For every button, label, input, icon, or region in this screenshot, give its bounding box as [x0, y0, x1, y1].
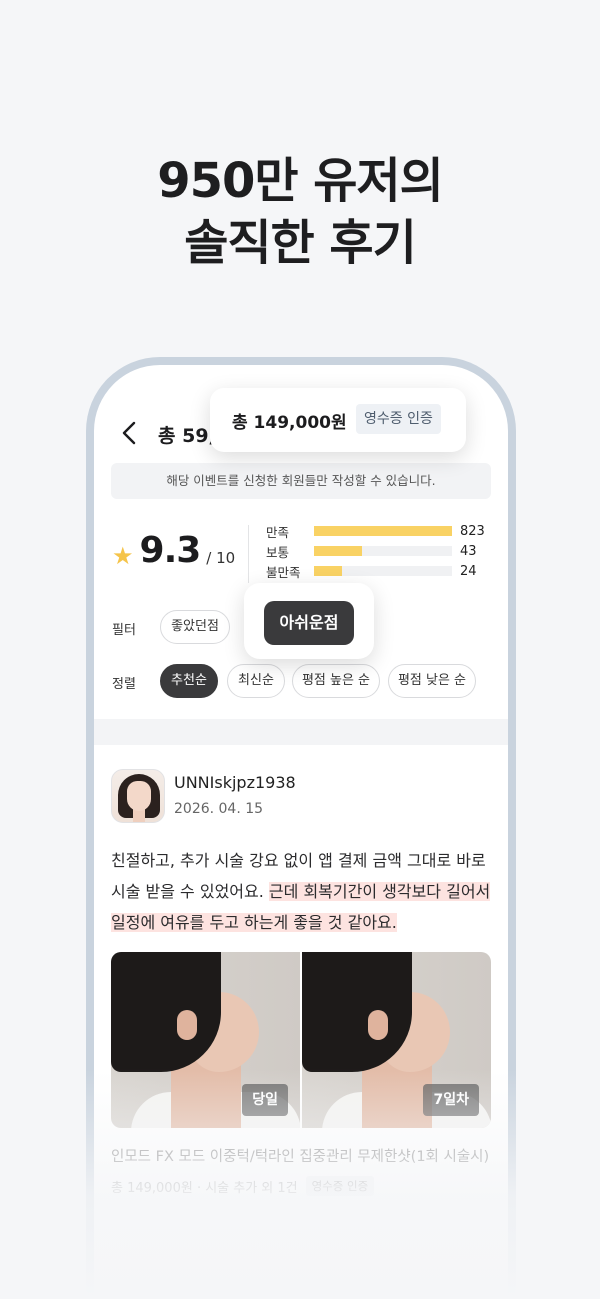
avatar-face [127, 781, 151, 811]
rating-row-neutral: 보통 43 [266, 541, 496, 561]
review-username[interactable]: UNNIskjpz1938 [174, 773, 296, 792]
rating-label: 만족 [266, 524, 290, 540]
sort-chip-latest[interactable]: 최신순 [227, 664, 285, 698]
treatment-price-meta: 총 149,000원 · 시술 추가 외 1건 [111, 1180, 298, 1196]
review-date: 2026. 04. 15 [174, 801, 264, 817]
rating-distribution: 만족 823 보통 43 불만족 24 [266, 521, 496, 581]
score-value: 9.3 [139, 530, 202, 571]
rating-bar-track [314, 546, 452, 556]
filter-chip-good[interactable]: 좋았던점 [160, 610, 230, 644]
receipt-badge: 영수증 인증 [356, 404, 441, 434]
star-icon: ★ [112, 542, 134, 570]
phone-screen: 총 59,821개의 후기 해당 이벤트를 신청한 회원들만 작성할 수 있습니… [94, 365, 508, 1299]
photo-ear [368, 1010, 388, 1040]
sort-chip-rating-low[interactable]: 평점 낮은 순 [388, 664, 476, 698]
photo-ear [177, 1010, 197, 1040]
score-divider [248, 525, 249, 583]
section-separator [94, 719, 508, 745]
average-score: ★ 9.3 / 10 [112, 531, 235, 571]
rating-bar-track [314, 526, 452, 536]
rating-bar-fill [314, 526, 452, 536]
rating-label: 불만족 [266, 564, 301, 580]
rating-label: 보통 [266, 544, 290, 560]
sort-chip-rating-high[interactable]: 평점 높은 순 [292, 664, 380, 698]
filter-popover: 아쉬운점 [244, 583, 374, 659]
avatar[interactable] [111, 769, 165, 823]
filter-label: 필터 [112, 623, 136, 638]
back-arrow-icon[interactable] [116, 419, 144, 447]
review-photo-before[interactable]: 당일 [111, 952, 300, 1128]
review-text: 친절하고, 추가 시술 강요 없이 앱 결제 금액 그대로 바로 시술 받을 수… [111, 845, 496, 938]
treatment-name[interactable]: 인모드 FX 모드 이중턱/턱라인 집중관리 무제한샷(1회 시술시) [111, 1145, 489, 1166]
headline-line-2: 솔직한 후기 [184, 215, 417, 271]
price-total: 총 149,000원 [232, 413, 347, 433]
review-photos: 당일 7일차 [111, 952, 491, 1128]
rating-row-dissatisfied: 불만족 24 [266, 561, 496, 581]
headline-line-1: 950만 유저의 [157, 153, 444, 209]
review-photo-after[interactable]: 7일차 [302, 952, 491, 1128]
treatment-meta: 총 149,000원 · 시술 추가 외 1건 영수증 인증 [111, 1176, 375, 1196]
photo-tag-day7: 7일차 [423, 1084, 479, 1116]
promo-headline: 950만 유저의 솔직한 후기 [0, 150, 600, 274]
rating-bar-fill [314, 566, 342, 576]
rating-count: 24 [460, 563, 477, 579]
notice-banner: 해당 이벤트를 신청한 회원들만 작성할 수 있습니다. [111, 463, 491, 499]
score-max: / 10 [206, 549, 236, 567]
rating-count: 43 [460, 543, 477, 559]
rating-row-satisfied: 만족 823 [266, 521, 496, 541]
sort-label: 정렬 [112, 677, 136, 692]
sort-chip-recommended[interactable]: 추천순 [160, 664, 218, 698]
phone-frame: 총 59,821개의 후기 해당 이벤트를 신청한 회원들만 작성할 수 있습니… [86, 357, 516, 1299]
rating-bar-track [314, 566, 452, 576]
receipt-verified-badge: 영수증 인증 [305, 1176, 375, 1196]
photo-tag-day0: 당일 [242, 1084, 288, 1116]
rating-count: 823 [460, 523, 485, 539]
filter-chip-bad[interactable]: 아쉬운점 [264, 601, 354, 645]
price-popover: 총 149,000원 영수증 인증 [210, 388, 466, 452]
rating-bar-fill [314, 546, 363, 556]
